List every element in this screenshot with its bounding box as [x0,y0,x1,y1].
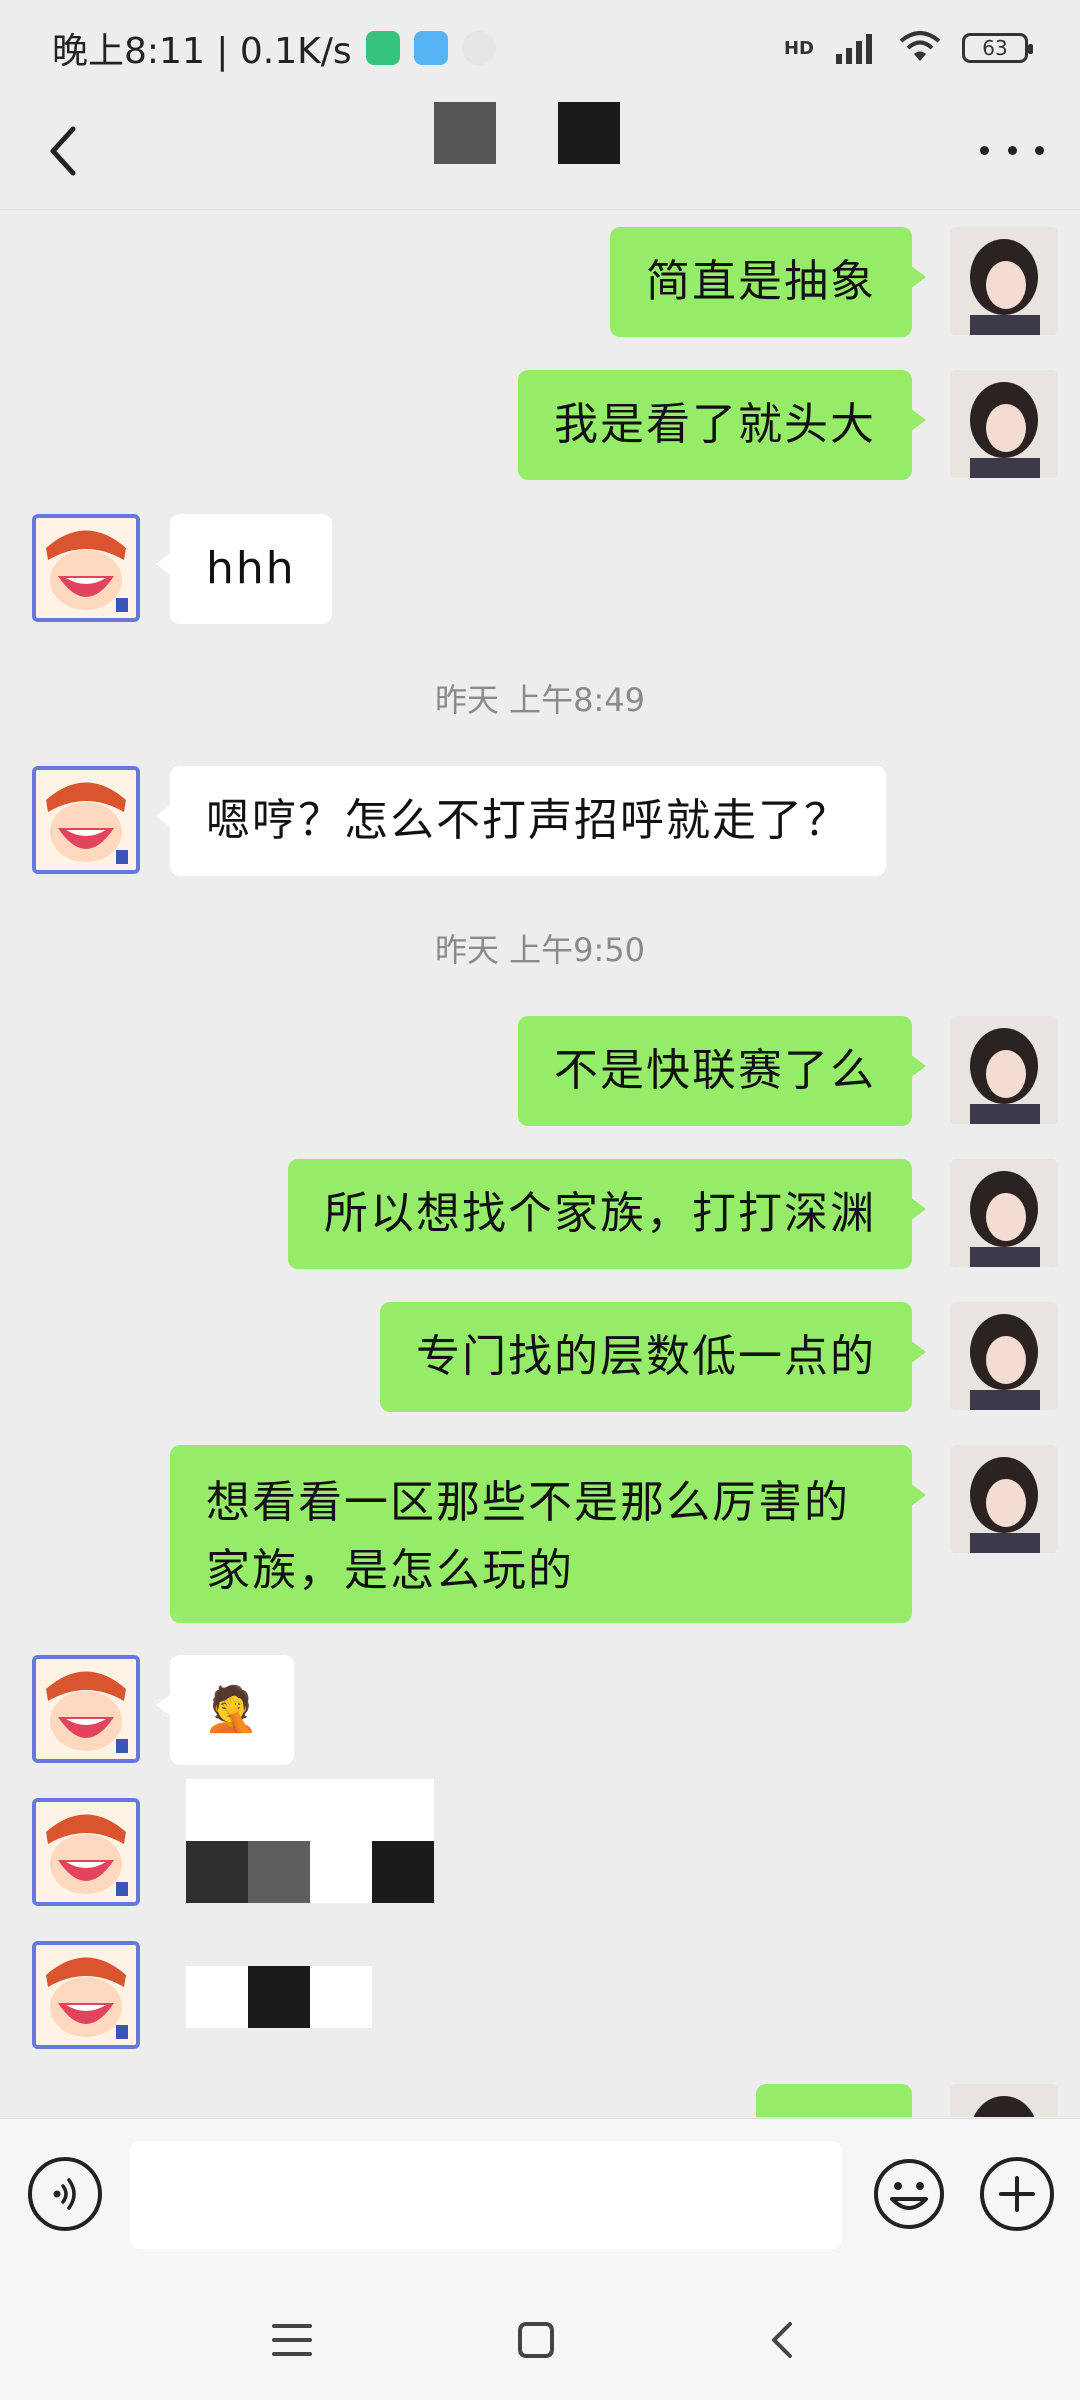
friend-avatar[interactable] [32,1941,140,2049]
redacted-block [186,1841,248,1903]
message-text: hhh [206,543,296,594]
hd-label: HD [783,37,814,59]
menu-icon [272,2324,312,2356]
dot [1035,145,1044,155]
my-message-bubble[interactable]: 专门找的层数低一点的 [380,1302,926,1412]
message-input-bar [0,2118,1080,2280]
avatar-image [36,1659,136,1759]
friend-message-bubble[interactable]: 嗯哼？怎么不打声招呼就走了？ [156,766,886,876]
friend-avatar[interactable] [32,766,140,874]
facepalm-emoji: 🤦 [203,1684,261,1735]
emoji-icon [874,2159,944,2229]
more-button[interactable] [980,130,1044,170]
message-text: 不是快联赛了么 [554,1045,876,1096]
back-button[interactable] [28,116,98,186]
message-timestamp: 昨天 上午8:49 [434,681,646,719]
my-avatar[interactable] [950,1159,1058,1267]
message-text: 所以想找个家族，打打深渊 [324,1188,876,1239]
message-timestamp: 昨天 上午9:50 [434,931,646,969]
signal-icon [836,34,872,64]
avatar-image [950,227,1058,335]
voice-icon [53,2178,76,2210]
message-text: 专门找的层数低一点的 [416,1331,876,1382]
battery-level: 63 [982,36,1008,60]
avatar-image [36,770,136,870]
friend-avatar[interactable] [32,514,140,622]
avatar-image [950,1445,1058,1553]
nav-home-button[interactable] [506,2310,566,2370]
avatar-image [36,1945,136,2045]
qq-notification-icon [461,31,496,65]
friend-avatar[interactable] [32,1798,140,1906]
redacted-block [186,1966,248,2028]
my-avatar[interactable] [950,370,1058,478]
chevron-left-icon [50,126,76,176]
redacted-block [434,102,496,164]
app-notification-icon [413,31,448,65]
avatar-image [950,1159,1058,1267]
plus-button[interactable] [980,2157,1054,2231]
my-avatar[interactable] [950,1302,1058,1410]
avatar-image [950,1302,1058,1410]
status-left: 晚上8:11 | 0.1K/s [52,22,496,74]
my-message-bubble[interactable]: 简直是抽象 [610,227,926,337]
my-avatar[interactable] [950,1016,1058,1124]
message-text-input[interactable] [130,2141,842,2249]
my-message-bubble[interactable] [756,2084,912,2117]
friend-avatar[interactable] [32,1655,140,1763]
dot [980,145,989,155]
redacted-block [248,1966,310,2028]
my-avatar[interactable] [950,1445,1058,1553]
redacted-block [186,1779,434,1841]
my-message-bubble[interactable]: 想看看一区那些不是那么厉害的家族，是怎么玩的 [170,1445,926,1623]
nav-back-button[interactable] [752,2310,812,2370]
my-avatar[interactable] [950,227,1058,335]
status-time-speed: 晚上8:11 | 0.1K/s [52,31,352,72]
system-nav-bar [0,2280,1080,2400]
avatar-image [36,518,136,618]
message-text: 我是看了就头大 [554,399,876,450]
avatar-image [36,1802,136,1902]
voice-button[interactable] [28,2157,102,2231]
back-icon [772,2322,792,2358]
redacted-message[interactable] [186,1966,372,2028]
redacted-block [248,1841,310,1903]
home-icon [518,2322,554,2358]
avatar-image [950,1016,1058,1124]
friend-message-bubble[interactable]: 🤦 [156,1655,294,1765]
app-notification-icon [365,31,400,65]
my-message-bubble[interactable]: 不是快联赛了么 [518,1016,926,1126]
status-right: HD 63 [783,31,1033,65]
my-avatar[interactable] [950,2084,1058,2117]
my-message-bubble[interactable]: 我是看了就头大 [518,370,926,480]
emoji-button[interactable] [872,2157,946,2231]
status-bar: 晚上8:11 | 0.1K/s HD 63 [0,0,1080,96]
chat-message-list[interactable]: 简直是抽象 我是看了就头大 hhh 昨天 上午8:49 嗯哼？怎么不打声招呼就走… [0,211,1080,2117]
my-message-bubble[interactable]: 所以想找个家族，打打深渊 [288,1159,926,1269]
battery-icon: 63 [962,33,1033,63]
chat-title-redacted [434,102,624,166]
message-text: 嗯哼？怎么不打声招呼就走了？ [206,795,850,846]
avatar-image [950,370,1058,478]
wifi-icon [899,31,941,61]
chat-header [0,96,1080,210]
redacted-message[interactable] [186,1779,434,1903]
dot [1007,145,1017,155]
redacted-block [310,1966,372,2028]
message-text: 简直是抽象 [646,256,876,307]
avatar-image [950,2084,1058,2117]
redacted-block [372,1841,434,1903]
friend-message-bubble[interactable]: hhh [156,514,332,624]
plus-icon [999,2176,1035,2212]
redacted-block [558,102,620,164]
message-text: 想看看一区那些不是那么厉害的家族，是怎么玩的 [206,1477,850,1596]
redacted-block [310,1841,372,1903]
nav-menu-button[interactable] [262,2310,322,2370]
